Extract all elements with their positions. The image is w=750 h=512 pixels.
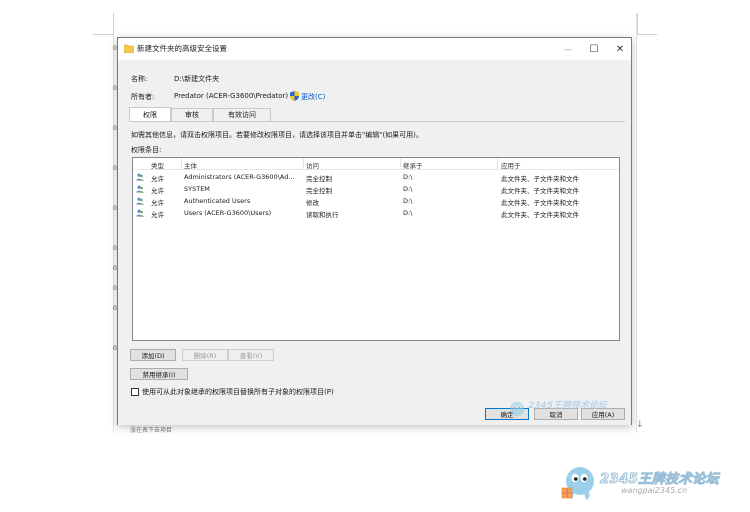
minimize-icon: — (564, 44, 572, 54)
replace-child-permissions-checkbox[interactable] (131, 388, 139, 396)
disable-inheritance-button[interactable]: 禁用继承(I) (130, 368, 188, 380)
change-owner-link[interactable]: 更改(C) (301, 92, 325, 102)
users-icon (136, 185, 144, 193)
column-header-principal[interactable]: 主体 (184, 160, 197, 170)
entry-access: 完全控制 (306, 175, 332, 183)
dialog-client-area: 名称: D:\新建文件夹 所有者: Predator (ACER-G3600\P… (118, 60, 631, 425)
close-icon: ✕ (615, 43, 625, 55)
background-margin-line (113, 13, 114, 35)
view-button[interactable]: 查看(V) (228, 349, 274, 361)
entry-type: 允许 (151, 199, 164, 207)
entry-principal: Administrators (ACER-G3600\Ad... (184, 173, 295, 181)
minimize-button[interactable]: — (555, 38, 581, 60)
column-separator (181, 158, 182, 170)
entry-principal: SYSTEM (184, 185, 210, 193)
entry-type: 允许 (151, 175, 164, 183)
permission-entries-label: 权限条目: (131, 146, 162, 154)
owner-label: 所有者: (131, 93, 155, 101)
folder-icon (124, 44, 134, 53)
name-value: D:\新建文件夹 (174, 75, 220, 83)
background-text: 涨在表下去项目 (130, 427, 173, 434)
remove-button[interactable]: 删除(R) (182, 349, 228, 361)
column-header-access[interactable]: 访问 (306, 160, 319, 170)
tab-effective-access[interactable]: 有效访问 (213, 108, 271, 121)
maximize-icon: ☐ (589, 43, 599, 55)
title-bar[interactable]: 新建文件夹的高级安全设置 — ☐ ✕ (118, 38, 631, 60)
permission-entries-list[interactable]: 类型 主体 访问 继承于 应用于 允许 Administrators (ACER… (132, 157, 620, 341)
close-button[interactable]: ✕ (607, 38, 633, 60)
background-margin-line (637, 34, 657, 35)
advanced-security-settings-dialog: 新建文件夹的高级安全设置 — ☐ ✕ 名称: D:\新建文件夹 所有者: Pre… (117, 37, 632, 425)
users-icon (136, 209, 144, 217)
entry-access: 修改 (306, 199, 319, 207)
uac-shield-icon (290, 91, 299, 101)
entry-applies-to: 此文件夹、子文件夹和文件 (501, 187, 579, 195)
entry-inherited-from: D:\ (403, 185, 413, 193)
table-row[interactable]: 允许 SYSTEM 完全控制 D:\ 此文件夹、子文件夹和文件 (133, 183, 619, 195)
owner-value: Predator (ACER-G3600\Predator) (174, 92, 289, 100)
watermark-overlay-text: 2345王牌技术论坛 (528, 401, 608, 411)
entry-type: 允许 (151, 187, 164, 195)
entry-access: 读取和执行 (306, 211, 339, 219)
column-header-inherited-from[interactable]: 继承于 (403, 160, 423, 170)
entry-applies-to: 此文件夹、子文件夹和文件 (501, 211, 579, 219)
maximize-button[interactable]: ☐ (581, 38, 607, 60)
table-row[interactable]: 允许 Users (ACER-G3600\Users) 读取和执行 D:\ 此文… (133, 207, 619, 219)
watermark-url: wangpai2345.cn (621, 486, 688, 495)
replace-child-permissions-label: 使用可从此对象继承的权限项目替换所有子对象的权限项目(P) (142, 388, 334, 396)
list-header: 类型 主体 访问 继承于 应用于 (133, 158, 619, 170)
column-separator (497, 158, 498, 170)
table-row[interactable]: 允许 Administrators (ACER-G3600\Ad... 完全控制… (133, 171, 619, 183)
add-button[interactable]: 添加(D) (130, 349, 176, 361)
tab-permissions[interactable]: 权限 (129, 107, 171, 121)
column-header-type[interactable]: 类型 (151, 160, 164, 170)
tab-auditing[interactable]: 审核 (171, 108, 213, 121)
window-title: 新建文件夹的高级安全设置 (137, 44, 227, 53)
users-icon (136, 197, 144, 205)
table-row[interactable]: 允许 Authenticated Users 修改 D:\ 此文件夹、子文件夹和… (133, 195, 619, 207)
users-icon (136, 173, 144, 181)
entry-inherited-from: D:\ (403, 173, 413, 181)
entry-inherited-from: D:\ (403, 209, 413, 217)
entry-type: 允许 (151, 211, 164, 219)
name-label: 名称: (131, 75, 148, 83)
background-margin-line (637, 13, 638, 35)
background-margin-line (93, 34, 113, 35)
info-text: 如需其他信息，请双击权限项目。若要修改权限项目，请选择该项目并单击"编辑"(如果… (131, 131, 423, 139)
watermark-brand: 2345王牌技术论坛 (599, 472, 720, 488)
entry-applies-to: 此文件夹、子文件夹和文件 (501, 175, 579, 183)
entry-principal: Authenticated Users (184, 197, 251, 205)
column-separator (400, 158, 401, 170)
entry-principal: Users (ACER-G3600\Users) (184, 209, 272, 217)
entry-inherited-from: D:\ (403, 197, 413, 205)
column-separator (303, 158, 304, 170)
entry-applies-to: 此文件夹、子文件夹和文件 (501, 199, 579, 207)
entry-access: 完全控制 (306, 187, 332, 195)
column-header-applies-to[interactable]: 应用于 (501, 160, 521, 170)
